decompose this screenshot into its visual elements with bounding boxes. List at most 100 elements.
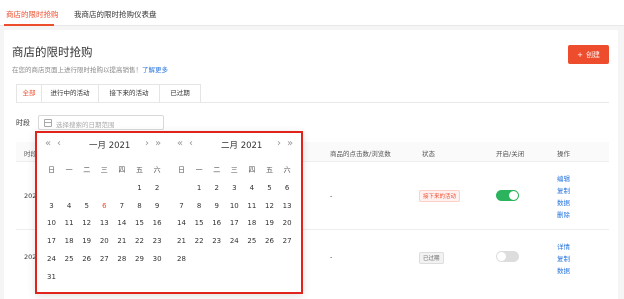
row1-status-badge: 接下来的活动: [419, 190, 461, 202]
row1-action-copy[interactable]: 复制: [557, 185, 570, 195]
row2-clicks: -: [330, 253, 333, 261]
tabs-divider: [16, 102, 609, 103]
filter-tab-ongoing[interactable]: 进行中的活动: [41, 84, 99, 103]
right-month-day-cell[interactable]: 21: [173, 237, 190, 245]
left-month-day-cell[interactable]: 8: [131, 202, 148, 210]
right-month-day-cell[interactable]: 27: [279, 237, 296, 245]
header-status: 状态: [422, 150, 435, 158]
left-month-weekday: 六: [153, 166, 161, 174]
left-month-day-cell[interactable]: 5: [78, 202, 95, 210]
left-month-day-cell[interactable]: 9: [149, 202, 166, 210]
right-month-day-cell[interactable]: 4: [243, 184, 260, 192]
left-month-day-cell[interactable]: 3: [43, 202, 60, 210]
left-month-day-cell[interactable]: 14: [113, 219, 130, 227]
filter-tab-expired[interactable]: 已过期: [159, 84, 201, 103]
left-month-day-cell[interactable]: 30: [149, 255, 166, 263]
left-month-day-cell[interactable]: 12: [78, 219, 95, 227]
left-month-day-cell[interactable]: 19: [78, 237, 95, 245]
row1-action-edit[interactable]: 编辑: [557, 173, 570, 183]
left-month-day-cell[interactable]: 31: [43, 273, 60, 281]
right-month-day-cell[interactable]: 28: [173, 255, 190, 263]
toggle-knob: [497, 252, 506, 261]
row1-action-data[interactable]: 数据: [557, 197, 570, 207]
left-month-day-cell[interactable]: 29: [131, 255, 148, 263]
right-month-day-cell[interactable]: 22: [191, 237, 208, 245]
left-month-day-cell[interactable]: 24: [43, 255, 60, 263]
right-month-day-cell[interactable]: 19: [261, 219, 278, 227]
right-month-day-cell[interactable]: 18: [243, 219, 260, 227]
header-clicks: 商品的点击数/浏览数: [330, 150, 391, 158]
right-month-day-cell[interactable]: 12: [261, 202, 278, 210]
next-year-button[interactable]: »: [287, 138, 293, 149]
left-month-day-cell[interactable]: 25: [61, 255, 78, 263]
right-month-day-cell[interactable]: 15: [191, 219, 208, 227]
right-month-day-cell[interactable]: 2: [208, 184, 225, 192]
date-range-input[interactable]: 选择搜索的日期范围: [38, 115, 164, 130]
right-month-day-cell[interactable]: 26: [261, 237, 278, 245]
row2-action-details[interactable]: 详情: [557, 241, 570, 251]
left-month-day-cell[interactable]: 17: [43, 237, 60, 245]
right-month-day-cell[interactable]: 6: [279, 184, 296, 192]
right-month-day-cell[interactable]: 9: [208, 202, 225, 210]
left-month-day-cell[interactable]: 2: [149, 184, 166, 192]
left-month-day-cell[interactable]: 4: [61, 202, 78, 210]
right-month-day-cell[interactable]: 20: [279, 219, 296, 227]
right-prev-month-button[interactable]: ‹: [189, 138, 193, 149]
learn-more-link[interactable]: 了解更多: [142, 66, 168, 74]
left-month-day-cell[interactable]: 26: [78, 255, 95, 263]
left-month-day-cell[interactable]: 11: [61, 219, 78, 227]
row2-toggle[interactable]: [496, 251, 519, 262]
left-month-day-cell[interactable]: 28: [113, 255, 130, 263]
row1-toggle[interactable]: [496, 190, 519, 201]
tab-flash-sale-dashboard[interactable]: 我商店的限时抢购仪表盘: [74, 9, 157, 20]
left-month-day-cell[interactable]: 23: [149, 237, 166, 245]
right-month-day-cell[interactable]: 5: [261, 184, 278, 192]
page-title: 商店的限时抢购: [12, 45, 93, 59]
right-month-weekday: 一: [195, 166, 203, 174]
prev-year-button[interactable]: «: [45, 138, 51, 149]
left-month-day-cell[interactable]: 27: [96, 255, 113, 263]
left-month-day-cell[interactable]: 15: [131, 219, 148, 227]
filter-tab-upcoming[interactable]: 接下来的活动: [98, 84, 160, 103]
row1-action-delete[interactable]: 删除: [557, 209, 570, 219]
create-button[interactable]: + 创建: [568, 45, 609, 64]
right-month-day-cell[interactable]: 11: [243, 202, 260, 210]
right-month-day-cell[interactable]: 23: [208, 237, 225, 245]
right-month-day-cell[interactable]: 1: [191, 184, 208, 192]
left-month-day-cell[interactable]: 18: [61, 237, 78, 245]
right-month-day-cell[interactable]: 13: [279, 202, 296, 210]
left-month-weekday: 一: [65, 166, 73, 174]
left-month-day-cell[interactable]: 22: [131, 237, 148, 245]
left-next-year-button[interactable]: »: [155, 138, 161, 149]
next-month-button[interactable]: ›: [277, 138, 281, 149]
left-month-day-cell[interactable]: 21: [113, 237, 130, 245]
right-month-day-cell[interactable]: 7: [173, 202, 190, 210]
header-actions: 操作: [557, 150, 570, 158]
left-month-day-cell[interactable]: 16: [149, 219, 166, 227]
row2-action-data[interactable]: 数据: [557, 265, 570, 275]
right-month-day-cell[interactable]: 25: [243, 237, 260, 245]
calendar-icon: [44, 119, 52, 127]
right-month-day-cell[interactable]: 16: [208, 219, 225, 227]
left-month-day-cell[interactable]: 13: [96, 219, 113, 227]
right-prev-year-button[interactable]: «: [177, 138, 183, 149]
left-month-weekday: 二: [83, 166, 91, 174]
left-month-day-cell[interactable]: 1: [131, 184, 148, 192]
filter-tab-all[interactable]: 全部: [16, 84, 42, 103]
right-month-day-cell[interactable]: 8: [191, 202, 208, 210]
left-month-day-cell[interactable]: 10: [43, 219, 60, 227]
right-month-day-cell[interactable]: 17: [226, 219, 243, 227]
right-month-day-cell[interactable]: 14: [173, 219, 190, 227]
right-month-day-cell[interactable]: 3: [226, 184, 243, 192]
right-month-title: 二月 2021: [221, 141, 263, 151]
left-month-day-cell[interactable]: 6: [96, 202, 113, 210]
toggle-knob: [509, 191, 518, 200]
left-month-day-cell[interactable]: 20: [96, 237, 113, 245]
tab-shop-flash-sale[interactable]: 商店的限时抢购: [6, 9, 59, 20]
right-month-day-cell[interactable]: 10: [226, 202, 243, 210]
right-month-day-cell[interactable]: 24: [226, 237, 243, 245]
left-next-month-button[interactable]: ›: [145, 138, 149, 149]
row2-action-copy[interactable]: 复制: [557, 253, 570, 263]
prev-month-button[interactable]: ‹: [57, 138, 61, 149]
left-month-day-cell[interactable]: 7: [113, 202, 130, 210]
